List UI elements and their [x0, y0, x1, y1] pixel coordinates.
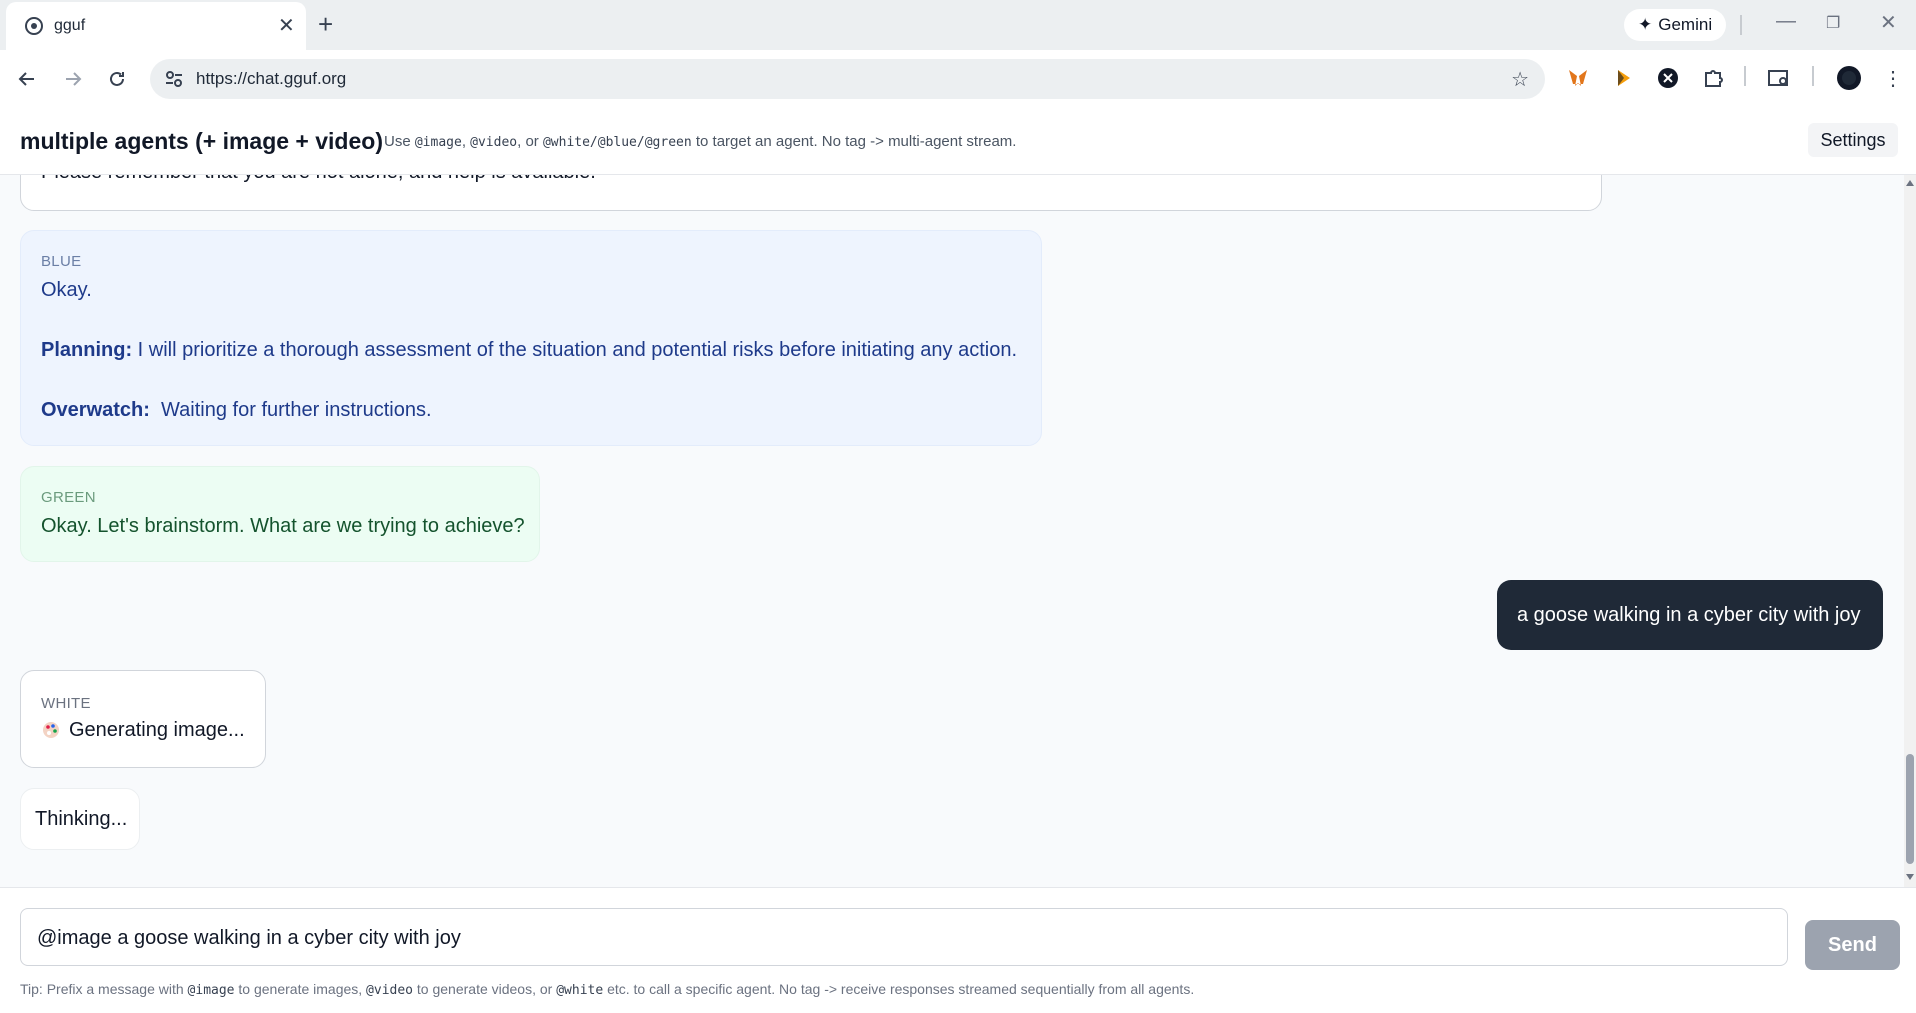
- address-bar[interactable]: https://chat.gguf.org ☆: [150, 59, 1545, 99]
- message-text: Okay. Let's brainstorm. What are we tryi…: [41, 515, 525, 537]
- message-card: Please remember that you are not alone, …: [20, 174, 1602, 211]
- new-tab-icon[interactable]: +: [318, 10, 333, 38]
- divider: [1740, 15, 1742, 35]
- browser-menu-icon[interactable]: ⋮: [1880, 65, 1906, 91]
- divider: [1744, 66, 1746, 86]
- scrollbar-thumb[interactable]: [1906, 754, 1914, 864]
- browser-tabstrip: gguf ✕ + ✦ Gemini — ❐ ✕: [0, 0, 1916, 50]
- close-tab-icon[interactable]: ✕: [278, 14, 295, 38]
- page-title: multiple agents (+ image + video): [20, 128, 383, 154]
- forward-icon[interactable]: [60, 66, 86, 92]
- browser-tab[interactable]: gguf ✕: [6, 2, 306, 50]
- gemini-label: Gemini: [1658, 15, 1713, 34]
- x-extension-icon[interactable]: [1655, 65, 1681, 91]
- chat-scrollbar[interactable]: [1904, 174, 1916, 887]
- scroll-down-icon[interactable]: [1906, 874, 1914, 880]
- app-header: multiple agents (+ image + video) Use @i…: [0, 108, 1916, 175]
- agent-label: GREEN: [41, 489, 96, 506]
- tab-title: gguf: [54, 17, 86, 34]
- white-agent-message: WHITE Generating image...: [20, 670, 266, 768]
- header-hint: Use @image, @video, or @white/@blue/@gre…: [384, 133, 1017, 150]
- tab-search-icon[interactable]: [1766, 65, 1792, 91]
- settings-button[interactable]: Settings: [1808, 123, 1898, 157]
- send-button[interactable]: Send: [1805, 920, 1900, 970]
- minimize-icon[interactable]: —: [1776, 10, 1796, 33]
- message-input[interactable]: @image a goose walking in a cyber city w…: [20, 908, 1788, 966]
- thinking-text: Thinking...: [35, 808, 128, 830]
- github-icon: [25, 17, 43, 35]
- sparkle-icon: ✦: [1638, 15, 1653, 34]
- overwatch-line: Overwatch: Waiting for further instructi…: [41, 399, 432, 421]
- restore-icon[interactable]: ❐: [1826, 13, 1840, 33]
- message-text: a goose walking in a cyber city with joy: [1517, 604, 1861, 626]
- message-text: Okay.: [41, 279, 92, 301]
- browser-toolbar: https://chat.gguf.org ☆ ⋮: [0, 50, 1916, 109]
- site-settings-icon[interactable]: [162, 67, 186, 91]
- user-message: a goose walking in a cyber city with joy: [1497, 580, 1883, 650]
- agent-label: BLUE: [41, 253, 82, 270]
- profile-avatar[interactable]: [1836, 65, 1862, 91]
- gemini-button[interactable]: ✦ Gemini: [1624, 9, 1727, 41]
- blue-agent-message: BLUE Okay. Planning: I will prioritize a…: [20, 230, 1042, 446]
- scroll-up-icon[interactable]: [1906, 180, 1914, 186]
- chat-messages[interactable]: Please remember that you are not alone, …: [0, 174, 1904, 887]
- metamask-icon[interactable]: [1565, 65, 1591, 91]
- bookmark-star-icon[interactable]: ☆: [1511, 67, 1529, 92]
- window-close-icon[interactable]: ✕: [1880, 10, 1897, 35]
- reload-icon[interactable]: [104, 66, 130, 92]
- composer: @image a goose walking in a cyber city w…: [0, 887, 1916, 1013]
- extensions-puzzle-icon[interactable]: [1700, 65, 1726, 91]
- palette-icon: [43, 722, 59, 738]
- planning-line: Planning: I will prioritize a thorough a…: [41, 339, 1018, 361]
- message-text: Please remember that you are not alone, …: [41, 174, 596, 184]
- url-text: https://chat.gguf.org: [196, 69, 347, 88]
- green-agent-message: GREEN Okay. Let's brainstorm. What are w…: [20, 466, 540, 562]
- divider: [1812, 66, 1814, 86]
- wallet-extension-icon[interactable]: [1610, 65, 1636, 91]
- thinking-indicator: Thinking...: [20, 788, 140, 850]
- back-icon[interactable]: [14, 66, 40, 92]
- agent-label: WHITE: [41, 695, 91, 712]
- message-text: Generating image...: [41, 715, 245, 745]
- composer-tip: Tip: Prefix a message with @image to gen…: [20, 981, 1195, 998]
